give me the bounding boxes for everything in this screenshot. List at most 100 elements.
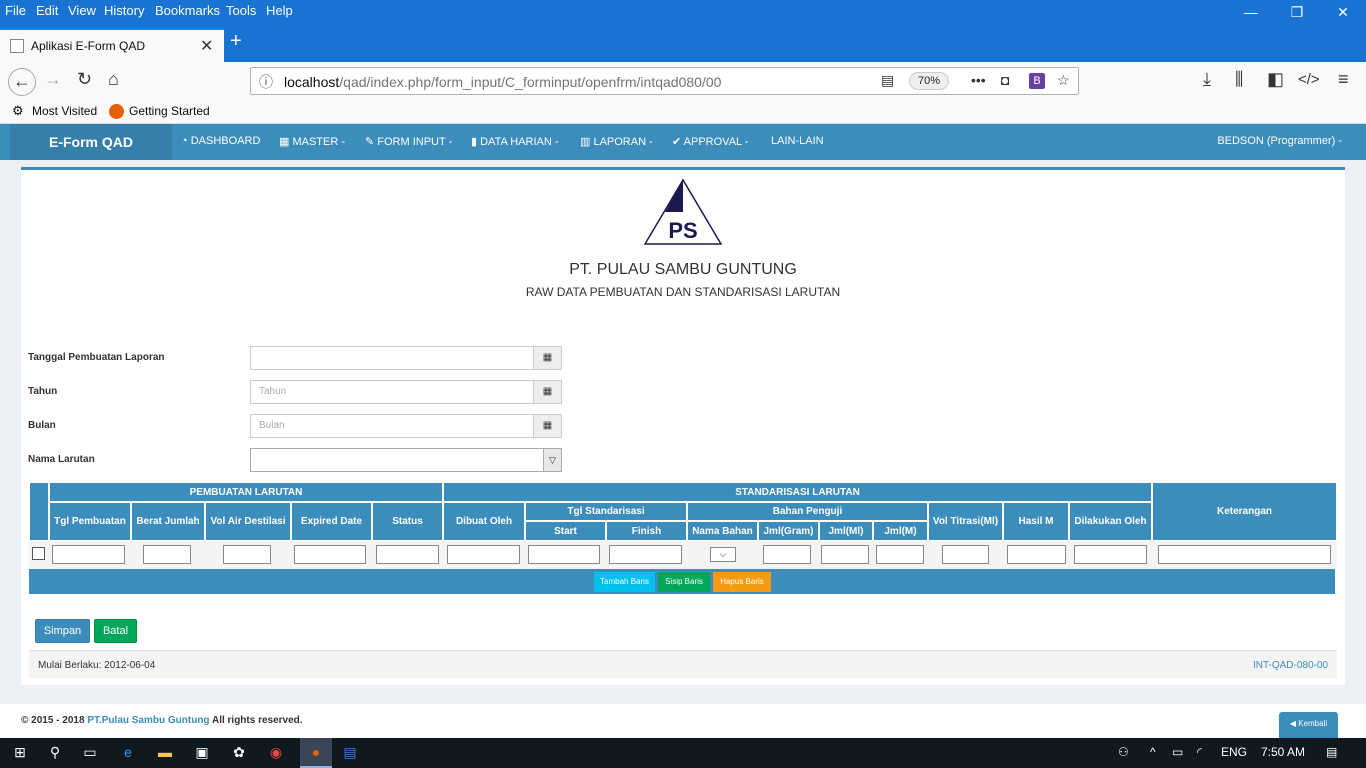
nav-laporan[interactable]: ▥ LAPORAN - — [580, 135, 653, 148]
menu-bookmarks[interactable]: Bookmarks — [155, 3, 220, 18]
battery-icon[interactable]: ▭ — [1172, 745, 1183, 759]
clock[interactable]: 7:50 AM — [1261, 745, 1305, 759]
tgl-pembuatan-input[interactable] — [52, 545, 125, 564]
col-jml-ml: Jml(Ml) — [819, 521, 873, 541]
hapus-baris-button[interactable]: Hapus Baris — [713, 572, 771, 592]
menu-file[interactable]: File — [5, 3, 26, 18]
home-icon[interactable]: ⌂ — [108, 69, 119, 90]
batal-button[interactable]: Batal — [94, 619, 137, 643]
col-finish: Finish — [606, 521, 687, 541]
nav-approval[interactable]: ✔ APPROVAL - — [672, 135, 748, 148]
url-text: localhost/qad/index.php/form_input/C_for… — [284, 74, 722, 90]
firefox-icon — [109, 104, 124, 119]
reader-view-icon[interactable]: ▤ — [881, 72, 894, 89]
jml-gram-input[interactable] — [763, 545, 811, 564]
browser-menubar: File Edit View History Bookmarks Tools H… — [0, 0, 1366, 26]
vol-air-input[interactable] — [223, 545, 271, 564]
dibuat-oleh-input[interactable] — [447, 545, 520, 564]
firefox-taskbar-icon[interactable]: ● — [300, 738, 332, 768]
menu-edit[interactable]: Edit — [36, 3, 58, 18]
restore-icon[interactable]: ❐ — [1282, 4, 1312, 24]
simpan-button[interactable]: Simpan — [35, 619, 90, 643]
kembali-button[interactable]: ◀ Kembali — [1279, 712, 1338, 738]
berat-jumlah-input[interactable] — [143, 545, 191, 564]
nav-data-harian[interactable]: ▮ DATA HARIAN - — [471, 135, 559, 148]
menu-history[interactable]: History — [104, 3, 144, 18]
bookmark-star-icon[interactable]: ☆ — [1057, 72, 1070, 89]
menu-help[interactable]: Help — [266, 3, 293, 18]
search-icon[interactable]: ⚲ — [45, 744, 65, 762]
library-icon[interactable]: ⫼ — [1235, 69, 1243, 90]
app-brand[interactable]: E-Form QAD — [10, 124, 172, 160]
document-title: RAW DATA PEMBUATAN DAN STANDARISASI LARU… — [525, 285, 841, 299]
mulai-berlaku-text: Mulai Berlaku: 2012-06-04 — [38, 660, 156, 671]
page-actions-icon[interactable]: ••• — [971, 72, 986, 88]
language-indicator[interactable]: ENG — [1221, 745, 1247, 759]
url-bar[interactable]: ⓘ localhost/qad/index.php/form_input/C_f… — [250, 67, 1079, 95]
tanggal-input[interactable] — [250, 346, 534, 370]
jml-ml-input[interactable] — [821, 545, 869, 564]
tray-chevron-icon[interactable]: ^ — [1150, 745, 1156, 759]
close-tab-icon[interactable]: ✕ — [200, 36, 213, 56]
hamburger-menu-icon[interactable]: ≡ — [1338, 69, 1349, 90]
calendar-icon[interactable]: ▦ — [533, 414, 562, 438]
bulan-input[interactable]: Bulan — [250, 414, 534, 438]
company-link[interactable]: PT.Pulau Sambu Guntung — [87, 715, 209, 726]
tambah-baris-button[interactable]: Tambah Baris — [594, 572, 655, 592]
nav-lain-lain[interactable]: LAIN-LAIN — [771, 135, 824, 147]
close-window-icon[interactable]: ✕ — [1328, 4, 1358, 24]
network-icon[interactable]: ◜ — [1197, 745, 1202, 759]
nav-master[interactable]: ▦ MASTER - — [279, 135, 345, 148]
edge-icon[interactable]: e — [118, 744, 138, 762]
people-icon[interactable]: ⚇ — [1118, 745, 1129, 759]
calendar-icon[interactable]: ▦ — [533, 346, 562, 370]
jml-m-input[interactable] — [876, 545, 924, 564]
word-icon[interactable]: ▤ — [340, 744, 360, 762]
nama-larutan-label: Nama Larutan — [28, 454, 95, 465]
sisip-baris-button[interactable]: Sisip Baris — [658, 572, 710, 592]
hasil-m-input[interactable] — [1007, 545, 1066, 564]
nav-form-input[interactable]: ✎ FORM INPUT - — [365, 135, 452, 148]
bookmark-getting-started[interactable]: Getting Started — [129, 104, 210, 118]
bootstrap-extension-icon[interactable]: B — [1029, 73, 1045, 89]
downloads-icon[interactable]: ⤓ — [1203, 69, 1211, 90]
finish-input[interactable] — [609, 545, 682, 564]
zoom-level-badge[interactable]: 70% — [909, 72, 949, 90]
sidebar-icon[interactable]: ◧ — [1267, 69, 1284, 90]
nama-larutan-select[interactable]: ▽ — [250, 448, 562, 472]
bookmark-most-visited[interactable]: Most Visited — [32, 104, 97, 118]
keterangan-input[interactable] — [1158, 545, 1331, 564]
col-expired: Expired Date — [291, 502, 372, 541]
reload-icon[interactable]: ↻ — [77, 69, 92, 90]
paint-icon[interactable]: ✿ — [229, 744, 249, 762]
start-input[interactable] — [528, 545, 600, 564]
status-input[interactable] — [376, 545, 439, 564]
expired-input[interactable] — [294, 545, 366, 564]
chrome-icon[interactable]: ◉ — [266, 744, 286, 762]
windows-start-icon[interactable]: ⊞ — [10, 744, 30, 762]
notification-icon[interactable]: ▤ — [1326, 745, 1337, 759]
menu-view[interactable]: View — [68, 3, 96, 18]
tahun-input[interactable]: Tahun — [250, 380, 534, 404]
devtools-icon[interactable]: </> — [1298, 71, 1320, 88]
pocket-icon[interactable]: ◘ — [1001, 72, 1009, 88]
file-explorer-icon[interactable]: ▬ — [155, 744, 175, 762]
user-menu[interactable]: BEDSON (Programmer) - — [1217, 135, 1342, 147]
new-tab-icon[interactable]: + — [230, 30, 242, 53]
row-checkbox[interactable] — [32, 547, 45, 560]
task-view-icon[interactable]: ▭ — [80, 744, 100, 762]
dilakukan-oleh-input[interactable] — [1074, 545, 1147, 564]
book-icon: ▮ — [471, 136, 481, 148]
calendar-icon[interactable]: ▦ — [533, 380, 562, 404]
site-info-icon[interactable]: ⓘ — [259, 72, 273, 92]
form-code-link[interactable]: INT-QAD-080-00 — [1253, 660, 1328, 671]
nama-bahan-select[interactable]: ⌵ — [710, 547, 736, 562]
forward-icon[interactable]: → — [44, 69, 62, 90]
vol-titrasi-input[interactable] — [942, 545, 989, 564]
menu-tools[interactable]: Tools — [226, 3, 256, 18]
back-icon[interactable]: ← — [8, 68, 36, 96]
browser-tab[interactable]: Aplikasi E-Form QAD ✕ — [0, 28, 224, 62]
store-icon[interactable]: ▣ — [192, 744, 212, 762]
minimize-icon[interactable]: — — [1236, 4, 1266, 24]
nav-dashboard[interactable]: ◔ DASHBOARD — [181, 135, 260, 147]
